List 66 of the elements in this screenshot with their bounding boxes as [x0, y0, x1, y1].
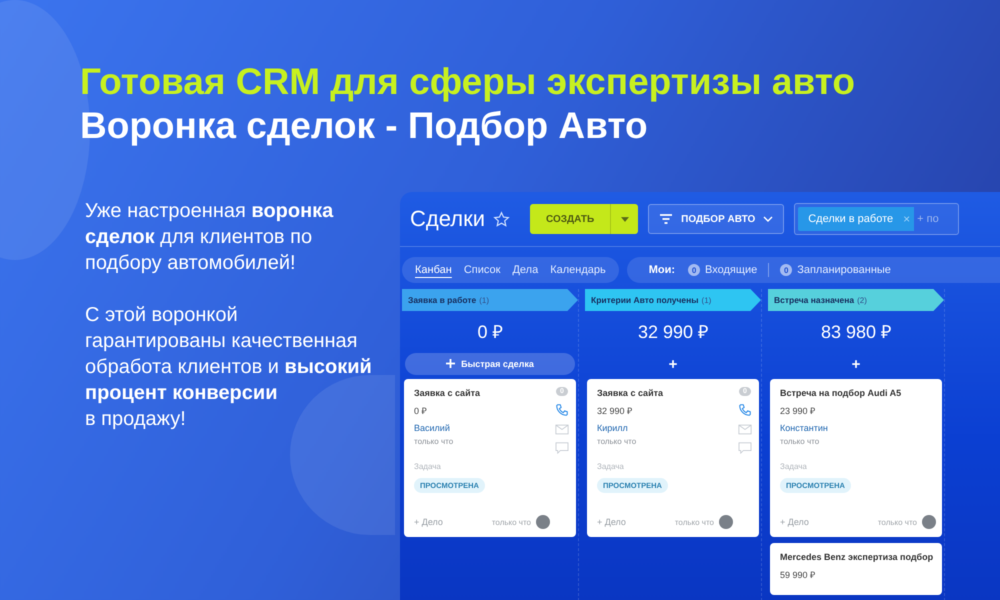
filter-button[interactable]: ПОДБОР АВТО	[648, 204, 784, 234]
deal-time: только что	[780, 437, 820, 446]
stage-count: (1)	[702, 296, 712, 304]
search-field[interactable]: Сделки в работе × + по	[794, 203, 960, 235]
add-activity-link[interactable]: + Дело	[780, 517, 809, 527]
deal-title: Заявка с сайта	[414, 387, 482, 399]
star-icon[interactable]	[492, 210, 510, 228]
task-label: Задача	[414, 462, 442, 471]
avatar	[922, 515, 936, 529]
activity-time: только что	[492, 518, 531, 526]
plus-icon	[446, 359, 456, 368]
deal-amount: 32 990 ₽	[597, 405, 634, 417]
stage-count: (2)	[857, 296, 867, 304]
deal-title: Встреча на подбор Audi A5	[780, 387, 902, 399]
add-activity-link[interactable]: + Дело	[597, 517, 626, 527]
view-tab[interactable]: Канбан	[410, 261, 457, 279]
stage-name: Встреча назначена	[774, 295, 854, 305]
task-label: Задача	[597, 462, 625, 471]
stage-name: Заявка в работе	[408, 295, 476, 305]
filter-chip: Сделки в работе	[798, 207, 900, 231]
view-tab[interactable]: Календарь	[545, 261, 611, 279]
counter-badge: 0	[780, 264, 792, 276]
filter-link[interactable]: Запланированные	[797, 264, 891, 276]
filter-link[interactable]: Входящие	[705, 264, 758, 276]
contact-link[interactable]: Кирилл	[597, 423, 733, 433]
counter-badge: 0	[688, 264, 700, 276]
create-button[interactable]: СОЗДАТЬ	[530, 204, 610, 234]
quick-deal-button[interactable]: Быстрая сделка	[405, 353, 575, 375]
subheadline: Воронка сделок - Подбор Авто	[80, 104, 649, 148]
task-label: Задача	[780, 462, 808, 471]
activity-time: только что	[878, 518, 917, 526]
stage-count: (1)	[479, 296, 489, 304]
headline: Готовая CRM для сферы экспертизы авто	[80, 60, 856, 104]
my-label: Мои:	[648, 264, 676, 276]
filter-icon	[659, 213, 674, 225]
chevron-icon	[763, 216, 774, 222]
deal-time: только что	[414, 437, 454, 446]
activity-time: только что	[674, 518, 714, 526]
stage-sum: 83 980 ₽	[820, 321, 892, 344]
deal-amount: 23 990 ₽	[780, 405, 816, 417]
deal-card[interactable]: Mercedes Benz экспертиза подбор 59 990 ₽	[770, 543, 942, 595]
contact-link[interactable]: Василий	[414, 423, 550, 433]
page-title: Сделки	[410, 206, 485, 232]
add-button[interactable]: +	[662, 353, 684, 375]
stage-sum: 32 990 ₽	[636, 321, 710, 344]
add-button[interactable]: +	[846, 353, 866, 375]
dropdown-button[interactable]	[610, 204, 638, 234]
avatar	[719, 515, 733, 529]
deal-title: Mercedes Benz экспертиза подбор	[780, 551, 934, 563]
deal-amount: 0 ₽	[414, 405, 428, 417]
deal-amount: 59 990 ₽	[780, 569, 816, 581]
deal-time: только что	[597, 437, 638, 446]
stage-sum: 0 ₽	[476, 321, 504, 344]
deal-title: Заявка с сайта	[597, 387, 664, 399]
view-tab[interactable]: Список	[458, 261, 506, 279]
add-activity-link[interactable]: + Дело	[414, 517, 443, 527]
phone-icon[interactable]	[555, 403, 569, 417]
search-placeholder: + по	[917, 213, 939, 225]
caret-icon	[620, 216, 629, 222]
phone-icon[interactable]	[738, 403, 752, 417]
contact-link[interactable]: Константин	[780, 423, 936, 433]
stage-name: Критерии Авто получены	[591, 295, 699, 305]
view-tab[interactable]: Дела	[507, 261, 544, 279]
paragraph: Уже настроенная воронка сделок для клиентов по подбору автомобилей!	[85, 199, 334, 276]
avatar	[536, 515, 550, 529]
paragraph: С этой воронкой гарантированы качественная обработа клиентов и высокий процент конверсии в продажу!	[85, 303, 373, 432]
